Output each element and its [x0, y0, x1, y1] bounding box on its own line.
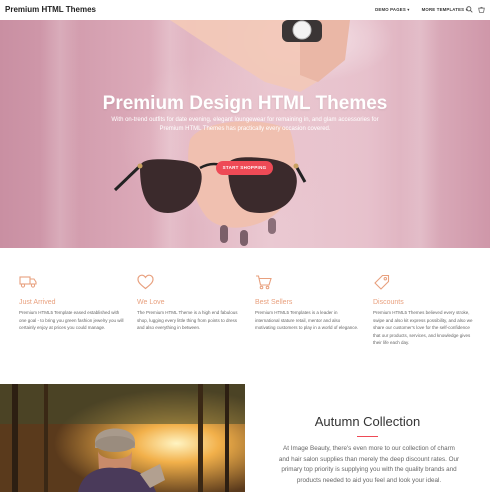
header-icons	[466, 6, 485, 13]
autumn-collection-section: Autumn Collection At Image Beauty, there…	[245, 384, 490, 492]
tag-icon	[373, 274, 390, 296]
collection-description: At Image Beauty, there's even more to ou…	[278, 445, 460, 484]
feature-description: Premium HTML5 Themes believed every stro…	[373, 310, 473, 345]
heart-icon	[137, 274, 154, 295]
cart-icon	[255, 274, 272, 295]
collection-divider	[357, 436, 378, 437]
nav-more-templates[interactable]: MORE TEMPLATES ▾	[422, 7, 468, 13]
hero-title: Premium Design HTML Themes	[102, 93, 388, 114]
autumn-collection-photo	[0, 384, 245, 492]
start-shopping-button[interactable]: START SHOPPING	[216, 161, 273, 175]
feature-title: Just Arrived	[19, 299, 56, 306]
feature-description: The Premium HTML Theme is a high end fab…	[137, 310, 238, 330]
search-icon[interactable]	[466, 6, 473, 13]
feature-title: We Love	[137, 299, 165, 306]
truck-icon	[19, 274, 37, 293]
feature-description: Premium HTML5 Templates is a leader in i…	[255, 310, 359, 330]
feature-title: Best Sellers	[255, 299, 293, 306]
features-section: Just Arrived Premium HTML5 Template ease…	[0, 248, 490, 384]
site-brand[interactable]: Premium HTML Themes	[5, 5, 96, 14]
hero-banner: Premium Design HTML Themes With on-trend…	[0, 20, 490, 248]
main-nav: DEMO PAGES ▾ MORE TEMPLATES ▾	[375, 7, 468, 13]
feature-title: Discounts	[373, 299, 404, 306]
nav-demo-pages[interactable]: DEMO PAGES ▾	[375, 7, 410, 13]
feature-description: Premium HTML5 Template eased established…	[19, 310, 124, 330]
top-navigation-bar: Premium HTML Themes DEMO PAGES ▾ MORE TE…	[0, 0, 490, 20]
collection-title: Autumn Collection	[314, 414, 421, 429]
hero-photo	[113, 20, 350, 246]
cart-header-icon[interactable]	[478, 6, 485, 13]
hero-subtitle: With on-trend outfits for date evening, …	[111, 117, 379, 132]
